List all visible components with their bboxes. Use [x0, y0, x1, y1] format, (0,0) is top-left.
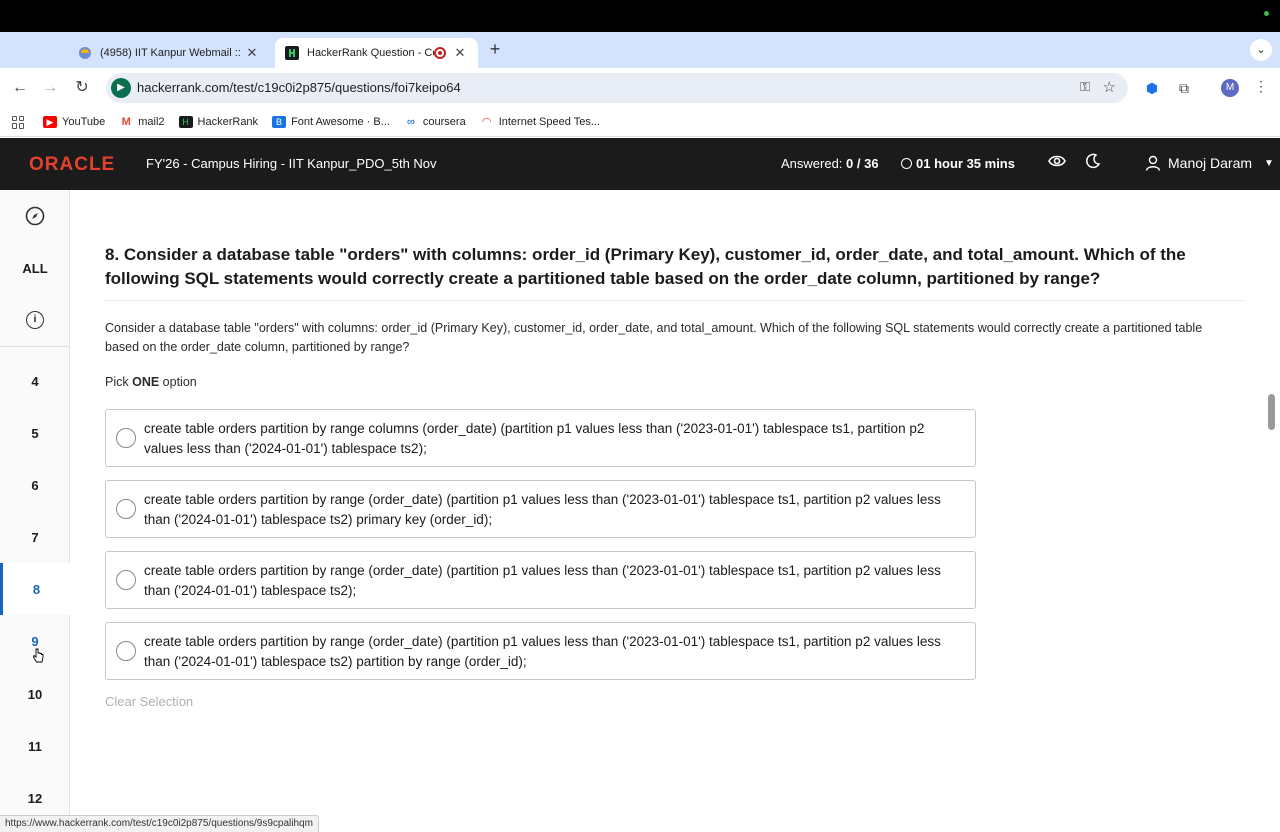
back-arrow-icon[interactable]: ← [10, 78, 30, 98]
tab-hackerrank[interactable]: HackerRank Question - Co ✕ [275, 38, 478, 68]
youtube-icon: ▶ [43, 116, 57, 128]
browser-menu-icon[interactable]: ⋮ [1252, 78, 1270, 98]
radio-button[interactable] [116, 570, 136, 590]
url-text[interactable]: hackerrank.com/test/c19c0i2p875/question… [137, 80, 461, 95]
hackerrank-favicon-icon [285, 46, 299, 60]
sidebar-question-7[interactable]: 7 [0, 511, 70, 563]
radio-button[interactable] [116, 641, 136, 661]
close-tab-icon[interactable]: ✕ [244, 45, 260, 61]
bookmark-speedtest[interactable]: ◠ Internet Speed Tes... [479, 116, 600, 128]
tab-title: (4958) IIT Kanpur Webmail :: [100, 47, 241, 59]
speedometer-icon: ◠ [479, 116, 494, 128]
bookmark-youtube[interactable]: ▶ YouTube [43, 116, 105, 128]
address-bar[interactable]: ▶ hackerrank.com/test/c19c0i2p875/questi… [106, 73, 1128, 103]
gmail-icon: M [119, 116, 134, 128]
user-menu[interactable]: Manoj Daram ▼ [1145, 155, 1274, 171]
tab-webmail[interactable]: (4958) IIT Kanpur Webmail :: ✕ [68, 38, 270, 68]
screen: (4958) IIT Kanpur Webmail :: ✕ HackerRan… [0, 0, 1280, 832]
sidebar-item-all[interactable]: ALL [0, 242, 70, 294]
hackerrank-icon: H [178, 116, 193, 128]
scrollbar-thumb[interactable] [1268, 394, 1275, 430]
address-row: ← → ↻ ▶ hackerrank.com/test/c19c0i2p875/… [0, 68, 1280, 108]
info-icon[interactable]: i [0, 294, 70, 346]
pick-instruction: Pick ONE option [105, 375, 197, 389]
site-info-icon[interactable]: ▶ [111, 78, 131, 98]
option-text: create table orders partition by range c… [144, 421, 925, 456]
system-top-bar [0, 0, 1280, 32]
password-key-icon[interactable]: ⚿ [1080, 79, 1090, 95]
bookmark-mail2[interactable]: Mmail2 [119, 116, 165, 128]
oracle-logo: ORACLE [29, 154, 116, 175]
bookmark-font-awesome[interactable]: B Font Awesome · B... [272, 116, 390, 128]
sidebar-question-4[interactable]: 4 [0, 355, 70, 407]
puzzle-extensions-icon[interactable]: ⧉ [1174, 78, 1194, 98]
status-bar-url: https://www.hackerrank.com/test/c19c0i2p… [0, 815, 319, 832]
tab-strip: (4958) IIT Kanpur Webmail :: ✕ HackerRan… [0, 32, 1280, 68]
sidebar-question-10[interactable]: 10 [0, 668, 70, 720]
apps-grid-icon[interactable] [12, 115, 25, 129]
sidebar-question-6[interactable]: 6 [0, 459, 70, 511]
font-awesome-icon: B [272, 116, 287, 128]
bookmark-hackerrank[interactable]: H HackerRank [178, 116, 258, 128]
question-panel: 8. Consider a database table "orders" wi… [70, 190, 1264, 832]
bookmark-coursera[interactable]: ∞ coursera [403, 116, 466, 128]
test-header: ORACLE FY'26 - Campus Hiring - IIT Kanpu… [0, 138, 1280, 190]
question-sidebar: ALL i 4 5 6 7 8 9 10 11 12 [0, 190, 70, 832]
sidebar-question-11[interactable]: 11 [0, 720, 70, 772]
tab-search-chevron-icon[interactable]: ⌄ [1250, 39, 1272, 61]
close-tab-icon[interactable]: ✕ [452, 45, 468, 61]
title-divider [105, 300, 1245, 301]
dark-mode-moon-icon[interactable] [1085, 153, 1101, 174]
radio-button[interactable] [116, 499, 136, 519]
question-body: Consider a database table "orders" with … [105, 321, 1203, 354]
sidebar-question-5[interactable]: 5 [0, 407, 70, 459]
clock-icon [901, 158, 912, 169]
time-remaining: 01 hour 35 mins [901, 156, 1015, 171]
profile-avatar[interactable]: M [1221, 79, 1239, 97]
compass-icon[interactable] [0, 190, 70, 242]
coursera-icon: ∞ [403, 116, 418, 128]
eye-icon[interactable] [1048, 154, 1066, 173]
caret-down-icon: ▼ [1264, 157, 1274, 169]
sidebar-question-8[interactable]: 8 [0, 563, 70, 615]
option-text: create table orders partition by range (… [144, 563, 941, 598]
bookmarks-bar: ▶ YouTube Mmail2 H HackerRank B Font Awesom… [0, 108, 1280, 137]
hand-cursor-icon [33, 648, 44, 663]
answered-counter: Answered: 0 / 36 [781, 156, 879, 171]
option-text: create table orders partition by range (… [144, 492, 941, 527]
radio-button[interactable] [116, 428, 136, 448]
page-scrollbar[interactable] [1264, 190, 1280, 832]
answer-option-1[interactable]: create table orders partition by range c… [105, 409, 976, 467]
forward-arrow-icon[interactable]: → [40, 78, 60, 98]
recording-icon [434, 47, 446, 59]
extension-icon[interactable]: ⬢ [1142, 78, 1162, 98]
test-name: FY'26 - Campus Hiring - IIT Kanpur_PDO_5… [146, 156, 437, 171]
tab-title: HackerRank Question - Co [307, 47, 434, 59]
answer-option-2[interactable]: create table orders partition by range (… [105, 480, 976, 538]
answer-option-4[interactable]: create table orders partition by range (… [105, 622, 976, 680]
answer-option-3[interactable]: create table orders partition by range (… [105, 551, 976, 609]
sidebar-divider [0, 346, 70, 347]
user-name: Manoj Daram [1168, 155, 1253, 171]
reload-icon[interactable]: ↻ [72, 78, 92, 98]
bookmark-star-icon[interactable]: ☆ [1103, 78, 1116, 96]
clear-selection-link[interactable]: Clear Selection [105, 694, 193, 709]
question-title: 8. Consider a database table "orders" wi… [105, 245, 1186, 288]
new-tab-button[interactable]: + [486, 39, 504, 59]
option-text: create table orders partition by range (… [144, 634, 941, 669]
status-dot [1264, 11, 1269, 16]
webmail-favicon-icon [79, 47, 91, 59]
user-icon [1145, 155, 1161, 171]
